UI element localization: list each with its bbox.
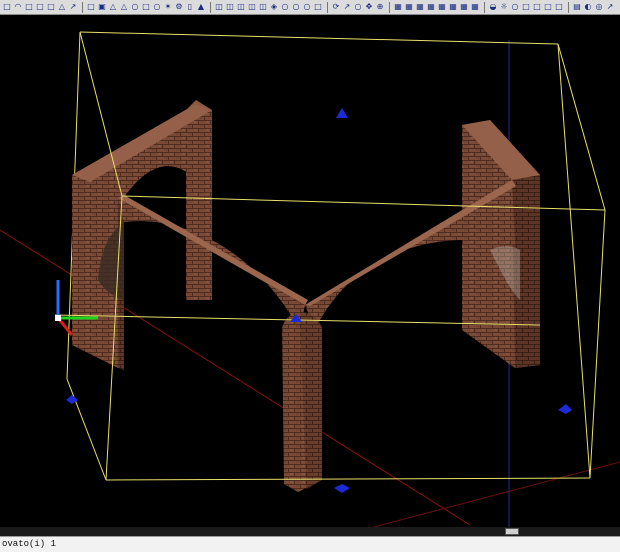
toolbar-group-draw: □ ◠ □ □ □ △ ↗: [2, 1, 79, 14]
circle-icon[interactable]: ○: [291, 2, 301, 13]
grid-icon[interactable]: ▦: [426, 2, 436, 13]
cube-icon[interactable]: ◫: [247, 2, 257, 13]
square-icon[interactable]: □: [46, 2, 56, 13]
toolbar-separator: [484, 1, 485, 13]
grid-icon[interactable]: ▦: [470, 2, 480, 13]
cube-icon[interactable]: ◫: [214, 2, 224, 13]
zoom-icon[interactable]: ⊕: [375, 2, 385, 13]
circle-icon[interactable]: ○: [152, 2, 162, 13]
grid-icon[interactable]: ▦: [459, 2, 469, 13]
gear-icon[interactable]: ⚙: [174, 2, 184, 13]
cylinder-icon[interactable]: ▯: [185, 2, 195, 13]
light-icon[interactable]: ☼: [499, 2, 509, 13]
shield-icon[interactable]: ◈: [269, 2, 279, 13]
model-view: [0, 31, 620, 536]
toolbar-group-shade: ▦ ▦ ▦ ▦ ▦ ▦ ▦ ▦: [393, 1, 481, 14]
cube-icon[interactable]: ◫: [225, 2, 235, 13]
grip-top: [336, 108, 348, 118]
grid-icon[interactable]: ▦: [404, 2, 414, 13]
triangle-icon[interactable]: △: [108, 2, 118, 13]
square-icon[interactable]: □: [554, 2, 564, 13]
toolbar-separator: [82, 1, 83, 13]
triangle-icon[interactable]: △: [57, 2, 67, 13]
3d-viewport[interactable]: [0, 16, 620, 536]
circle-icon[interactable]: ○: [280, 2, 290, 13]
teapot-icon[interactable]: ◒: [488, 2, 498, 13]
triangle-icon[interactable]: △: [119, 2, 129, 13]
command-line[interactable]: ovato(i) 1: [0, 536, 620, 552]
arrow-icon[interactable]: ↗: [605, 2, 615, 13]
square-icon[interactable]: □: [521, 2, 531, 13]
grip-bottom: [334, 484, 350, 493]
lamp-icon[interactable]: ◐: [583, 2, 593, 13]
toolbar-group-view: ⟳ ↗ ○ ✥ ⊕: [331, 1, 386, 14]
cone-icon[interactable]: ▲: [196, 2, 206, 13]
star-icon[interactable]: ✶: [163, 2, 173, 13]
circle-icon[interactable]: ○: [510, 2, 520, 13]
wheel-icon[interactable]: ◎: [594, 2, 604, 13]
toolbar-group-render: ◒ ☼ ○ □ □ □ □: [488, 1, 565, 14]
square-icon[interactable]: □: [86, 2, 96, 13]
circle-icon[interactable]: ○: [353, 2, 363, 13]
toolbar-group-edit: ◫ ◫ ◫ ◫ ◫ ◈ ○ ○ ○ □: [214, 1, 324, 14]
grip-right: [558, 404, 572, 414]
toolbar-separator: [568, 1, 569, 13]
square-icon[interactable]: □: [35, 2, 45, 13]
orbit-icon[interactable]: ⟳: [331, 2, 341, 13]
arc-icon[interactable]: ◠: [13, 2, 23, 13]
square-icon[interactable]: □: [24, 2, 34, 13]
square-icon[interactable]: □: [313, 2, 323, 13]
arrow-icon[interactable]: ↗: [342, 2, 352, 13]
arrow-icon[interactable]: ↗: [68, 2, 78, 13]
toolbar-separator: [210, 1, 211, 13]
toolbar-group-misc: ▤ ◐ ◎ ↗: [572, 1, 616, 14]
main-toolbar: □ ◠ □ □ □ △ ↗ □ ▣ △ △ ○ □ ○ ✶ ⚙ ▯ ▲ ◫ ◫ ◫ ◫ ◫ ◈ ○ ○ ○ □ ⟳ ↗ ○ ✥ ⊕ ▦ ▦ ▦ ▦ ▦ ▦ ▦…: [0, 0, 620, 15]
horizontal-scrollbar[interactable]: [0, 527, 620, 536]
square-icon[interactable]: □: [2, 2, 12, 13]
grid-icon[interactable]: ▦: [415, 2, 425, 13]
square-icon[interactable]: □: [543, 2, 553, 13]
toolbar-separator: [389, 1, 390, 13]
grid-icon[interactable]: ▦: [393, 2, 403, 13]
pan-icon[interactable]: ✥: [364, 2, 374, 13]
circle-icon[interactable]: ○: [302, 2, 312, 13]
cube-icon[interactable]: ◫: [258, 2, 268, 13]
scrollbar-thumb[interactable]: [505, 528, 519, 535]
cube-icon[interactable]: ◫: [236, 2, 246, 13]
toolbar-group-solids: □ ▣ △ △ ○ □ ○ ✶ ⚙ ▯ ▲: [86, 1, 207, 14]
box-icon[interactable]: ▣: [97, 2, 107, 13]
square-icon[interactable]: □: [532, 2, 542, 13]
grid-icon[interactable]: ▦: [437, 2, 447, 13]
toolbar-separator: [327, 1, 328, 13]
grid-icon[interactable]: ▦: [448, 2, 458, 13]
cad-window: □ ◠ □ □ □ △ ↗ □ ▣ △ △ ○ □ ○ ✶ ⚙ ▯ ▲ ◫ ◫ ◫ ◫ ◫ ◈ ○ ○ ○ □ ⟳ ↗ ○ ✥ ⊕ ▦ ▦ ▦ ▦ ▦ ▦ ▦…: [0, 0, 620, 552]
save-icon[interactable]: ▤: [572, 2, 582, 13]
command-line-text: ovato(i) 1: [2, 539, 57, 549]
square-icon[interactable]: □: [141, 2, 151, 13]
circle-icon[interactable]: ○: [130, 2, 140, 13]
ground-line: [339, 461, 620, 536]
